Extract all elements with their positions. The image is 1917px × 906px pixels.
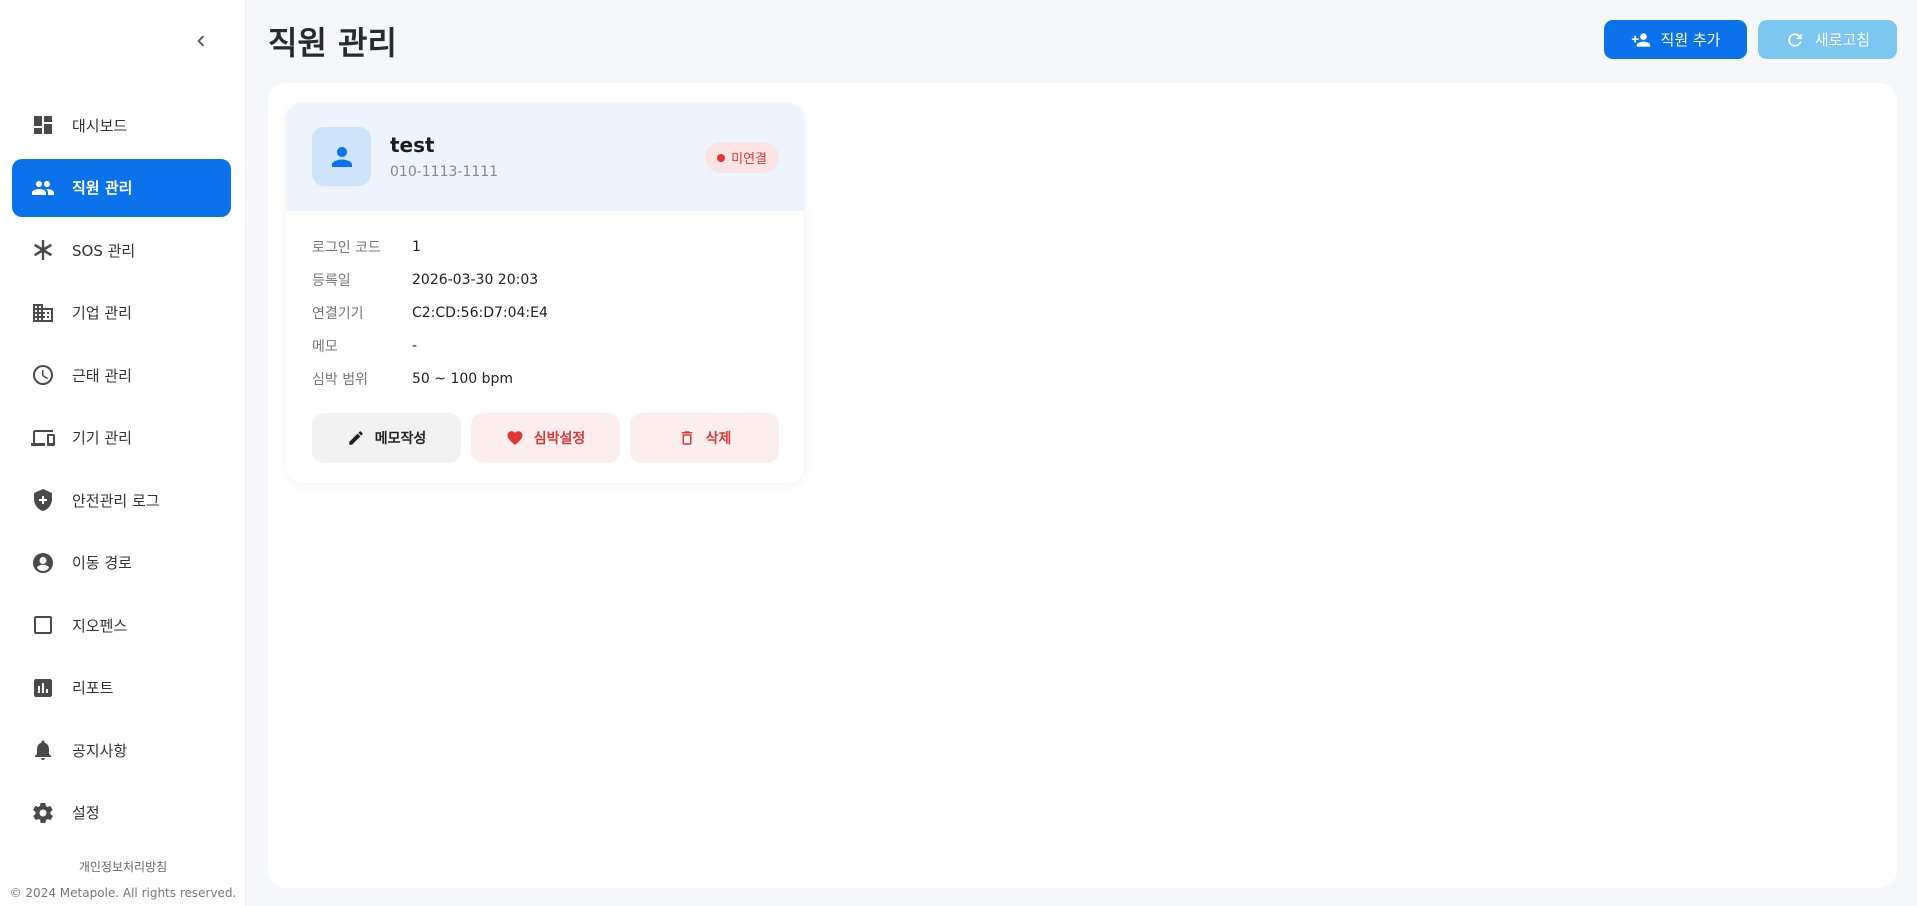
sidebar-item-label: 직원 관리 (72, 179, 133, 197)
sidebar-item-label: 지오펜스 (72, 616, 128, 635)
write-memo-button[interactable]: 메모작성 (312, 413, 461, 463)
info-value: 2026-03-30 20:03 (412, 271, 539, 288)
sidebar-collapse-button[interactable] (188, 28, 214, 54)
sidebar-item-route[interactable]: 이동 경로 (12, 534, 231, 592)
info-value: 50 ~ 100 bpm (412, 370, 514, 387)
refresh-label: 새로고침 (1814, 31, 1871, 49)
info-label: 등록일 (312, 272, 351, 289)
trash-icon (681, 431, 692, 445)
info-row-heart-range: 심박 범위 50 ~ 100 bpm (312, 362, 782, 395)
delete-label: 삭제 (705, 431, 732, 447)
sidebar-item-geofence[interactable]: 지오펜스 (12, 596, 231, 654)
dashboard-icon (30, 112, 56, 138)
info-label: 심박 범위 (312, 371, 368, 388)
copyright-text: © 2024 Metapole. All rights reserved. (9, 886, 237, 900)
info-value: 1 (412, 238, 421, 255)
info-value: C2:CD:56:D7:04:E4 (412, 304, 548, 321)
heart-icon (507, 431, 523, 446)
sidebar-item-company[interactable]: 기업 관리 (12, 284, 231, 342)
refresh-button[interactable]: 새로고침 (1758, 20, 1897, 59)
refresh-icon (1788, 32, 1802, 47)
avatar (312, 127, 371, 186)
sidebar-item-employees[interactable]: 직원 관리 (12, 158, 231, 217)
sidebar-item-devices[interactable]: 기기 관리 (12, 409, 231, 467)
sidebar-item-dashboard[interactable]: 대시보드 (12, 96, 231, 154)
square-icon (30, 612, 56, 638)
shield-icon (30, 487, 56, 513)
employee-card-header: test 010-1113-1111 미연결 (286, 103, 804, 211)
devices-icon (30, 425, 56, 451)
employee-actions: 메모작성 심박설정 삭제 (312, 413, 779, 463)
sidebar-item-label: 안전관리 로그 (72, 491, 160, 510)
person-add-icon (1631, 32, 1650, 47)
pencil-icon (348, 431, 363, 445)
person-icon (331, 146, 352, 167)
bell-icon (30, 737, 56, 763)
info-label: 로그인 코드 (312, 239, 381, 256)
heart-rate-settings-button[interactable]: 심박설정 (471, 413, 620, 463)
info-row-device: 연결기기 C2:CD:56:D7:04:E4 (312, 296, 782, 329)
employee-name: test (390, 133, 435, 157)
asterisk-icon (30, 237, 56, 263)
privacy-policy-link[interactable]: 개인정보처리방침 (0, 858, 246, 875)
sidebar-item-label: SOS 관리 (72, 241, 136, 260)
people-icon (30, 175, 56, 201)
sidebar-item-label: 설정 (72, 804, 100, 822)
info-row-registered: 등록일 2026-03-30 20:03 (312, 263, 782, 296)
building-icon (30, 300, 56, 326)
sidebar-item-notice[interactable]: 공지사항 (12, 721, 231, 779)
info-label: 메모 (312, 338, 338, 355)
employee-card: test 010-1113-1111 미연결 로그인 코드 1 등록일 2026… (286, 103, 804, 483)
sidebar-item-label: 공지사항 (72, 741, 128, 760)
person-pin-icon (30, 550, 56, 576)
sidebar-item-label: 근태 관리 (72, 366, 132, 385)
sidebar: 대시보드 직원 관리 SOS 관리 기업 관리 근태 관리 기기 관리 안전관리… (0, 0, 246, 906)
sidebar-item-settings[interactable]: 설정 (12, 784, 231, 842)
sidebar-item-label: 이동 경로 (72, 554, 132, 572)
employee-phone: 010-1113-1111 (390, 164, 499, 180)
status-badge: 미연결 (705, 142, 779, 173)
employee-info: 로그인 코드 1 등록일 2026-03-30 20:03 연결기기 C2:CD… (312, 230, 782, 395)
bar-chart-icon (30, 675, 56, 701)
sidebar-item-label: 기기 관리 (72, 429, 132, 447)
write-memo-label: 메모작성 (374, 431, 427, 447)
heart-rate-settings-label: 심박설정 (533, 431, 586, 447)
gear-icon (30, 800, 56, 826)
sidebar-item-safety-log[interactable]: 안전관리 로그 (12, 471, 231, 529)
info-value: - (412, 337, 418, 354)
info-row-memo: 메모 - (312, 329, 782, 362)
sidebar-nav: 대시보드 직원 관리 SOS 관리 기업 관리 근태 관리 기기 관리 안전관리… (12, 96, 231, 846)
sidebar-item-sos[interactable]: SOS 관리 (12, 221, 231, 279)
page-title: 직원 관리 (268, 24, 397, 62)
sidebar-item-label: 기업 관리 (72, 304, 132, 322)
info-label: 연결기기 (312, 305, 364, 322)
info-row-login-code: 로그인 코드 1 (312, 230, 782, 263)
sidebar-item-label: 대시보드 (72, 116, 128, 135)
chevron-left-icon (197, 35, 205, 47)
sidebar-item-attendance[interactable]: 근태 관리 (12, 346, 231, 404)
sidebar-item-label: 리포트 (72, 679, 114, 697)
sidebar-item-report[interactable]: 리포트 (12, 659, 231, 717)
delete-button[interactable]: 삭제 (630, 413, 779, 463)
clock-icon (30, 362, 56, 388)
add-employee-label: 직원 추가 (1660, 31, 1721, 49)
status-label: 미연결 (731, 152, 767, 167)
add-employee-button[interactable]: 직원 추가 (1604, 20, 1747, 59)
status-dot-icon (717, 153, 726, 162)
